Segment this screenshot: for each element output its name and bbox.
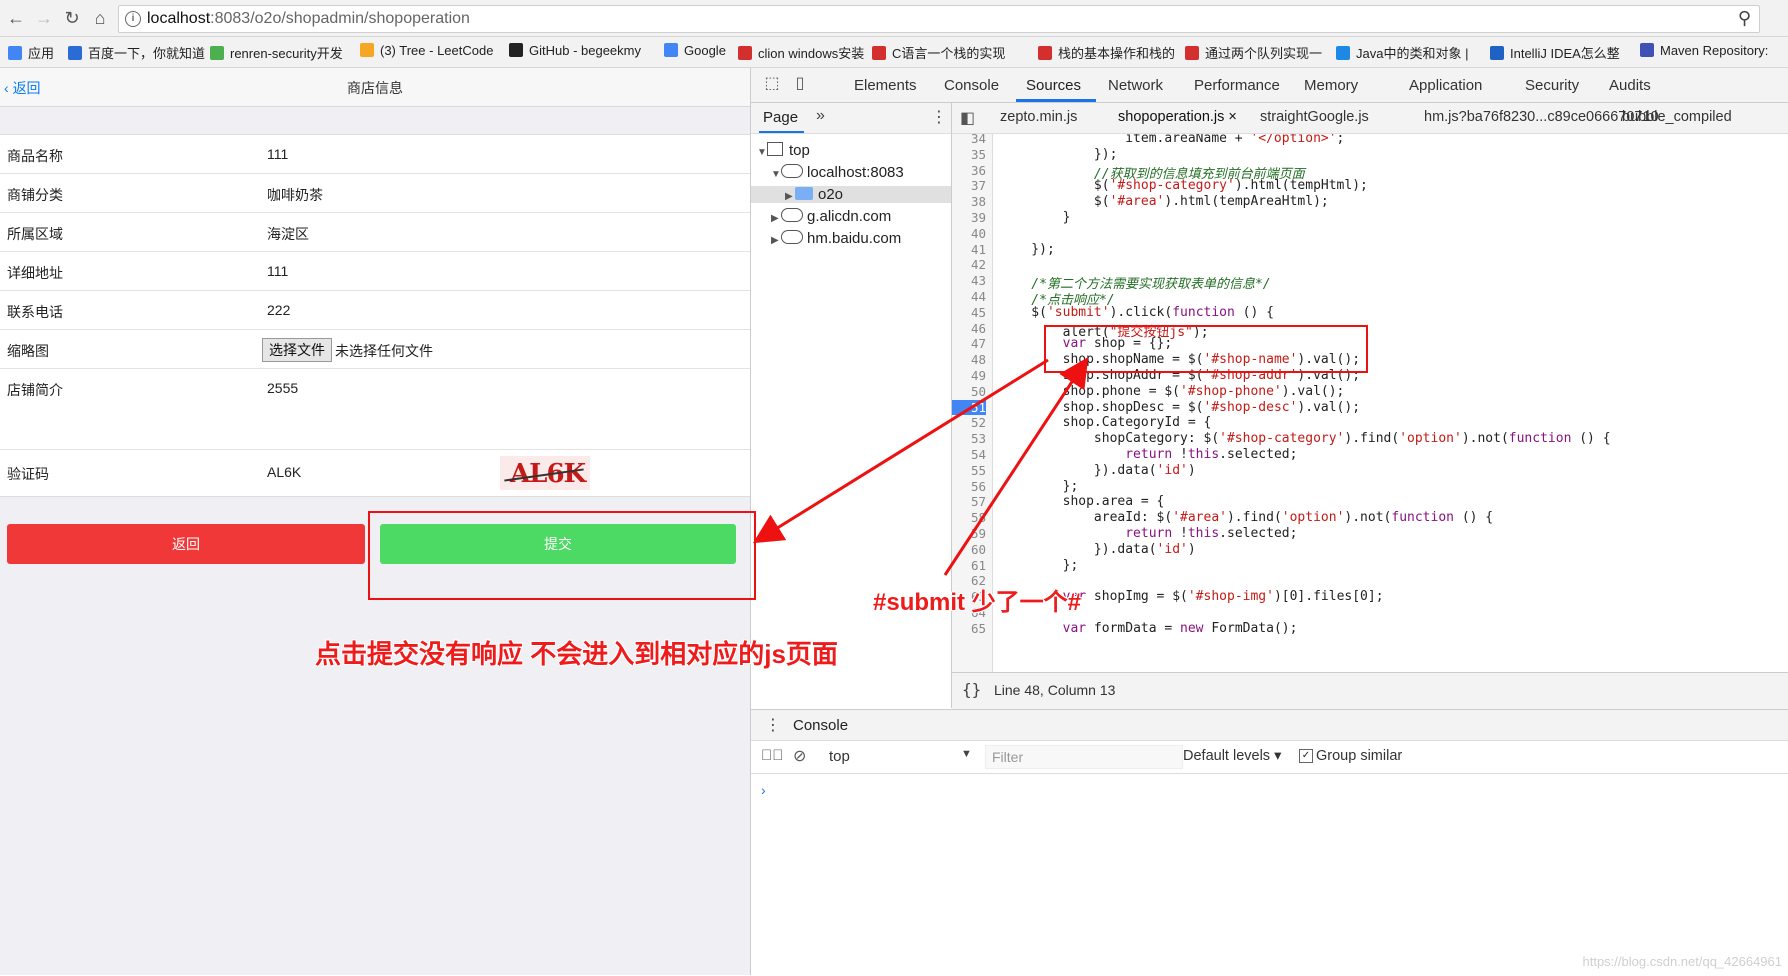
watermark: https://blog.csdn.net/qq_42664961	[1582, 954, 1783, 969]
annotation-no-response: 点击提交没有响应 不会进入到相对应的js页面	[315, 639, 838, 669]
arrow-to-code	[943, 356, 1089, 576]
annotation-missing-hash: #submit 少了一个#	[873, 589, 1082, 616]
annotation-arrows	[752, 356, 1089, 576]
arrow-to-submit	[752, 358, 1049, 544]
